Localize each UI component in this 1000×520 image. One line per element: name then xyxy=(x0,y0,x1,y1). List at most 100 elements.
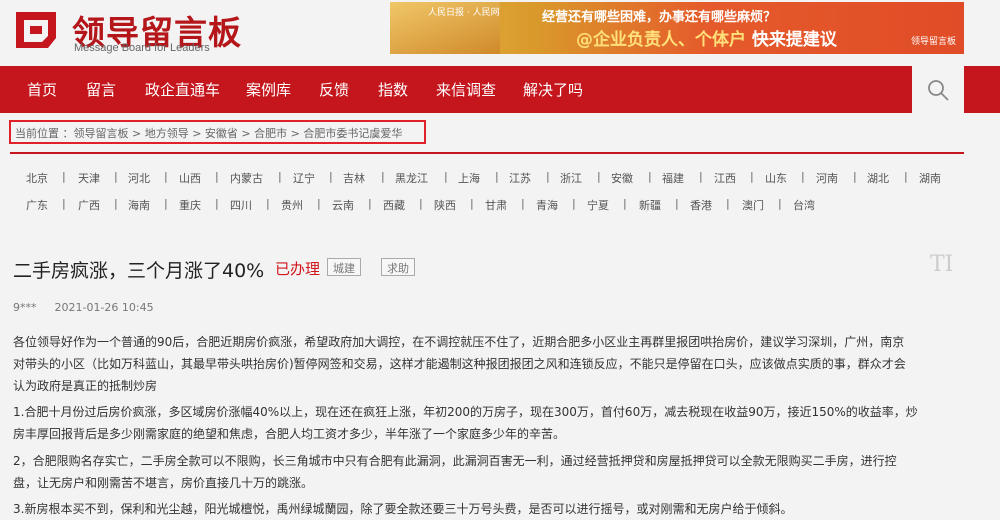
region-item[interactable]: 天津 xyxy=(78,170,100,186)
region-separator: | xyxy=(801,170,805,183)
region-item[interactable]: 甘肃 xyxy=(485,197,507,213)
region-item[interactable]: 江西 xyxy=(714,170,736,186)
breadcrumb-text: 当前位置 ：领导留言板 > 地方领导 > 安徽省 > 合肥市 > 合肥市委书记虞… xyxy=(15,127,403,140)
region-separator: | xyxy=(114,170,118,183)
region-item[interactable]: 海南 xyxy=(128,197,150,213)
breadcrumb[interactable]: 当前位置 ：领导留言板 > 地方领导 > 安徽省 > 合肥市 > 合肥市委书记虞… xyxy=(9,120,426,144)
region-separator: | xyxy=(368,197,372,210)
site-logo[interactable]: 领导留言板 Message Board for Leaders xyxy=(8,6,241,56)
region-separator: | xyxy=(648,170,652,183)
category-tag[interactable]: 城建 xyxy=(327,258,361,276)
region-item[interactable]: 宁夏 xyxy=(587,197,609,213)
nav-item-index[interactable]: 指数 xyxy=(378,79,408,100)
region-item[interactable]: 陕西 xyxy=(434,197,456,213)
region-item[interactable]: 江苏 xyxy=(509,170,531,186)
region-item[interactable]: 西藏 xyxy=(383,197,405,213)
nav-item-survey[interactable]: 来信调查 xyxy=(436,79,496,100)
banner-call-to-action: 快来提建议 xyxy=(746,30,837,50)
region-item[interactable]: 青海 xyxy=(536,197,558,213)
region-item[interactable]: 吉林 xyxy=(343,170,365,186)
main-nav: 首页 留言 政企直通车 案例库 反馈 指数 来信调查 解决了吗 xyxy=(0,66,1000,113)
region-separator: | xyxy=(381,170,385,183)
region-item[interactable]: 湖南 xyxy=(919,170,941,186)
search-button[interactable] xyxy=(912,66,964,113)
region-item[interactable]: 四川 xyxy=(230,197,252,213)
region-separator: | xyxy=(495,170,499,183)
banner-headline: 经营还有哪些困难，办事还有哪些麻烦？ xyxy=(542,10,777,25)
section-divider xyxy=(10,152,964,154)
region-item[interactable]: 内蒙古 xyxy=(230,170,263,186)
post-meta: 9*** 2021-01-26 10:45 xyxy=(13,301,154,314)
region-item[interactable]: 北京 xyxy=(26,170,48,186)
logo-icon xyxy=(16,12,56,48)
post-body-line: 认为政府是真正的抵制炒房 xyxy=(13,379,158,393)
region-item[interactable]: 浙江 xyxy=(560,170,582,186)
region-item[interactable]: 贵州 xyxy=(281,197,303,213)
region-separator: | xyxy=(266,197,270,210)
region-item[interactable]: 福建 xyxy=(662,170,684,186)
region-item[interactable]: 香港 xyxy=(690,197,712,213)
region-separator: | xyxy=(750,170,754,183)
region-item[interactable]: 云南 xyxy=(332,197,354,213)
post-body-line: 盘，让无房户和刚需苦不堪言，房价直接几十万的跳涨。 xyxy=(13,476,314,490)
search-icon xyxy=(928,80,949,101)
region-separator: | xyxy=(62,170,66,183)
region-item[interactable]: 上海 xyxy=(458,170,480,186)
status-badge: 已办理 xyxy=(275,260,321,278)
region-item[interactable]: 重庆 xyxy=(179,197,201,213)
region-separator: | xyxy=(278,170,282,183)
region-item[interactable]: 澳门 xyxy=(742,197,764,213)
promo-banner[interactable]: 人民日报 · 人民网 经营还有哪些困难，办事还有哪些麻烦？ @企业负责人、个体户… xyxy=(390,2,964,54)
region-item[interactable]: 安徽 xyxy=(611,170,633,186)
post-body-line: 1.合肥十月份过后房价疯涨，多区域房价涨幅40%以上，现在还在疯狂上涨，年初20… xyxy=(13,405,918,419)
region-separator: | xyxy=(164,197,168,210)
region-separator: | xyxy=(853,170,857,183)
nav-item-feedback[interactable]: 反馈 xyxy=(319,79,349,100)
region-separator: | xyxy=(215,197,219,210)
region-item[interactable]: 广西 xyxy=(78,197,100,213)
region-item[interactable]: 河南 xyxy=(816,170,838,186)
banner-highlight: @企业负责人、个体户 xyxy=(576,30,746,50)
font-size-icon[interactable]: TI xyxy=(930,252,953,277)
region-separator: | xyxy=(317,197,321,210)
region-separator: | xyxy=(62,197,66,210)
region-item[interactable]: 黑龙江 xyxy=(395,170,428,186)
region-separator: | xyxy=(726,197,730,210)
post-body-line: 房丰厚回报背后是多少刚需家庭的绝望和焦虑，合肥人均工资才多少，半年涨了一个家庭多… xyxy=(13,427,566,441)
nav-item-resolved[interactable]: 解决了吗 xyxy=(523,79,583,100)
post-body-line: 3.新房根本买不到，保利和光尘越，阳光城檀悦，禹州绿城蘭园，除了要全款还要三十万… xyxy=(13,502,793,516)
region-item[interactable]: 山西 xyxy=(179,170,201,186)
post-author: 9*** xyxy=(13,301,37,314)
nav-item-message[interactable]: 留言 xyxy=(86,79,116,100)
nav-item-cases[interactable]: 案例库 xyxy=(246,79,291,100)
region-separator: | xyxy=(215,170,219,183)
region-separator: | xyxy=(470,197,474,210)
post-title: 二手房疯涨，三个月涨了40% xyxy=(13,260,265,282)
region-separator: | xyxy=(419,197,423,210)
category-tag[interactable]: 求助 xyxy=(381,258,415,276)
region-separator: | xyxy=(546,170,550,183)
region-separator: | xyxy=(164,170,168,183)
banner-subheadline: @企业负责人、个体户 快来提建议 xyxy=(576,25,837,50)
post-body-line: 各位领导好作为一个普通的90后，合肥近期房价疯涨，希望政府加大调控，在不调控就压… xyxy=(13,335,905,349)
region-separator: | xyxy=(572,197,576,210)
region-item[interactable]: 辽宁 xyxy=(293,170,315,186)
banner-brand: 人民日报 · 人民网 xyxy=(428,8,500,18)
region-item[interactable]: 台湾 xyxy=(793,197,815,213)
post-date: 2021-01-26 10:45 xyxy=(54,301,154,314)
region-separator: | xyxy=(623,197,627,210)
site-header: 领导留言板 Message Board for Leaders 人民日报 · 人… xyxy=(0,0,1000,66)
region-separator: | xyxy=(904,170,908,183)
nav-item-home[interactable]: 首页 xyxy=(27,79,57,100)
region-item[interactable]: 山东 xyxy=(765,170,787,186)
region-separator: | xyxy=(699,170,703,183)
region-item[interactable]: 广东 xyxy=(26,197,48,213)
region-separator: | xyxy=(597,170,601,183)
region-separator: | xyxy=(444,170,448,183)
region-item[interactable]: 河北 xyxy=(128,170,150,186)
post-body-line: 2，合肥限购名存实亡，二手房全款可以不限购，长三角城市中只有合肥有此漏洞，此漏洞… xyxy=(13,454,897,468)
region-item[interactable]: 湖北 xyxy=(867,170,889,186)
region-separator: | xyxy=(521,197,525,210)
nav-item-enterprise[interactable]: 政企直通车 xyxy=(145,79,220,100)
region-item[interactable]: 新疆 xyxy=(639,197,661,213)
